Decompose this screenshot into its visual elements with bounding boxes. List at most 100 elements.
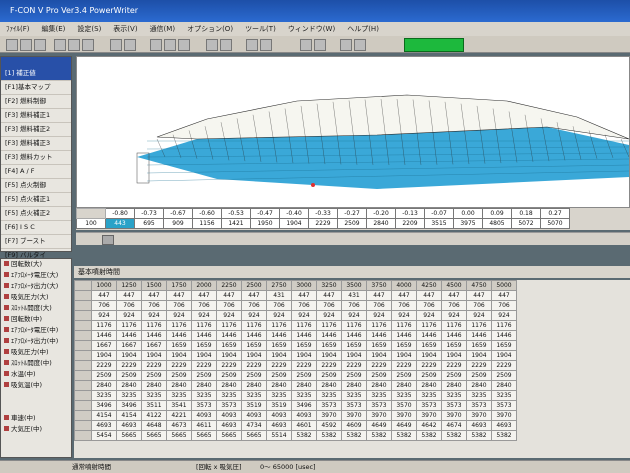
map-cell[interactable]: 706 bbox=[416, 300, 442, 311]
map-cell[interactable]: 2229 bbox=[91, 360, 117, 371]
map-cell[interactable]: 4609 bbox=[341, 420, 367, 431]
map-cell[interactable]: 924 bbox=[141, 310, 167, 321]
menu-file[interactable]: ﾌｧｲﾙ(F) bbox=[0, 22, 36, 36]
map-cell[interactable]: 1659 bbox=[341, 340, 367, 351]
map-cell[interactable]: 3970 bbox=[491, 410, 517, 421]
map-cell[interactable]: 1904 bbox=[391, 350, 417, 361]
monitor-item[interactable]: 吸気圧力(大) bbox=[1, 292, 71, 303]
map-cell[interactable]: 1659 bbox=[191, 340, 217, 351]
save-icon[interactable] bbox=[34, 39, 46, 51]
map-cell[interactable]: 1659 bbox=[316, 340, 342, 351]
value-cell[interactable]: 2509 bbox=[337, 218, 367, 229]
settings-icon[interactable] bbox=[246, 39, 258, 51]
map-cell[interactable]: 4601 bbox=[291, 420, 317, 431]
map-cell[interactable]: 1659 bbox=[466, 340, 492, 351]
map-cell[interactable]: 1176 bbox=[366, 320, 392, 331]
monitor-item[interactable]: ｴｱﾌﾛﾒｰﾀ出力(中) bbox=[1, 336, 71, 347]
map-cell[interactable]: 5665 bbox=[241, 430, 267, 441]
map-cell[interactable]: 2840 bbox=[491, 380, 517, 391]
map-cell[interactable]: 2509 bbox=[491, 370, 517, 381]
map-cell[interactable]: 1446 bbox=[141, 330, 167, 341]
value-cell[interactable]: 3975 bbox=[453, 218, 483, 229]
map-cell[interactable]: 5382 bbox=[466, 430, 492, 441]
map-cell[interactable]: 3235 bbox=[466, 390, 492, 401]
map-cell[interactable]: 1446 bbox=[366, 330, 392, 341]
map-cell[interactable]: 1446 bbox=[91, 330, 117, 341]
map-cell[interactable]: 2509 bbox=[266, 370, 292, 381]
paste-icon[interactable] bbox=[82, 39, 94, 51]
value-cell[interactable]: 1904 bbox=[279, 218, 309, 229]
map-cell[interactable]: 5665 bbox=[191, 430, 217, 441]
map-cell[interactable]: 3573 bbox=[491, 400, 517, 411]
map-cell[interactable]: 1446 bbox=[466, 330, 492, 341]
write-icon[interactable] bbox=[124, 39, 136, 51]
map-cell[interactable]: 1446 bbox=[341, 330, 367, 341]
map-cell[interactable]: 4648 bbox=[141, 420, 167, 431]
monitor-item[interactable]: 水温(中) bbox=[1, 369, 71, 380]
map-cell[interactable]: 4693 bbox=[266, 420, 292, 431]
map-cell[interactable]: 1176 bbox=[116, 320, 142, 331]
minus-icon[interactable] bbox=[220, 39, 232, 51]
map-cell[interactable]: 2509 bbox=[316, 370, 342, 381]
map-cell[interactable]: 924 bbox=[466, 310, 492, 321]
map-cell[interactable]: 924 bbox=[441, 310, 467, 321]
map-cell[interactable]: 1659 bbox=[491, 340, 517, 351]
map-cell[interactable]: 1904 bbox=[491, 350, 517, 361]
map-cell[interactable]: 5382 bbox=[291, 430, 317, 441]
map-cell[interactable]: 3235 bbox=[416, 390, 442, 401]
monitor-item[interactable] bbox=[1, 402, 71, 413]
map-cell[interactable]: 2509 bbox=[241, 370, 267, 381]
map-cell[interactable]: 4649 bbox=[366, 420, 392, 431]
map-cell[interactable]: 706 bbox=[241, 300, 267, 311]
map-cell[interactable]: 3235 bbox=[141, 390, 167, 401]
map-cell[interactable]: 447 bbox=[191, 290, 217, 301]
log-icon[interactable] bbox=[340, 39, 352, 51]
monitor-item[interactable]: 大気圧(中) bbox=[1, 424, 71, 435]
mode-button[interactable] bbox=[404, 38, 464, 52]
menu-tools[interactable]: ツール(T) bbox=[239, 22, 282, 36]
map-cell[interactable]: 5514 bbox=[266, 430, 292, 441]
map-cell[interactable]: 706 bbox=[441, 300, 467, 311]
map-cell[interactable]: 3970 bbox=[366, 410, 392, 421]
map-cell[interactable]: 1659 bbox=[166, 340, 192, 351]
offline-icon[interactable] bbox=[314, 39, 326, 51]
map-cell[interactable]: 1446 bbox=[116, 330, 142, 341]
map-menu-item[interactable]: [F2] 燃料制御 bbox=[1, 95, 71, 109]
map-cell[interactable]: 1446 bbox=[416, 330, 442, 341]
map-cell[interactable]: 1659 bbox=[216, 340, 242, 351]
cut-icon[interactable] bbox=[54, 39, 66, 51]
map-cell[interactable]: 4093 bbox=[291, 410, 317, 421]
map-cell[interactable]: 447 bbox=[441, 290, 467, 301]
map-cell[interactable]: 924 bbox=[491, 310, 517, 321]
map-cell[interactable]: 1904 bbox=[191, 350, 217, 361]
map-cell[interactable]: 2509 bbox=[466, 370, 492, 381]
map-cell[interactable]: 447 bbox=[291, 290, 317, 301]
monitor-item[interactable]: ｽﾛｯﾄﾙ開度(中) bbox=[1, 358, 71, 369]
value-cell[interactable]: 2229 bbox=[308, 218, 338, 229]
map-cell[interactable]: 447 bbox=[141, 290, 167, 301]
map-cell[interactable]: 5665 bbox=[216, 430, 242, 441]
menu-options[interactable]: オプション(O) bbox=[181, 22, 239, 36]
map-cell[interactable]: 2840 bbox=[266, 380, 292, 391]
map-cell[interactable]: 447 bbox=[116, 290, 142, 301]
map-cell[interactable]: 3541 bbox=[166, 400, 192, 411]
map-cell[interactable]: 3235 bbox=[241, 390, 267, 401]
map-cell[interactable]: 5382 bbox=[316, 430, 342, 441]
map-menu-item[interactable]: [F7] ブースト bbox=[1, 235, 71, 249]
graph-icon[interactable] bbox=[164, 39, 176, 51]
map-cell[interactable]: 4693 bbox=[491, 420, 517, 431]
map-cell[interactable]: 2509 bbox=[191, 370, 217, 381]
map-cell[interactable]: 4649 bbox=[391, 420, 417, 431]
monitor-item[interactable]: 回転数(中) bbox=[1, 314, 71, 325]
menu-window[interactable]: ウィンドウ(W) bbox=[282, 22, 341, 36]
map-cell[interactable]: 5382 bbox=[366, 430, 392, 441]
map-cell[interactable]: 2840 bbox=[441, 380, 467, 391]
map-cell[interactable]: 5382 bbox=[391, 430, 417, 441]
map-cell[interactable]: 706 bbox=[116, 300, 142, 311]
map-cell[interactable]: 1904 bbox=[141, 350, 167, 361]
map-cell[interactable]: 447 bbox=[466, 290, 492, 301]
map-cell[interactable]: 1446 bbox=[241, 330, 267, 341]
map-cell[interactable]: 431 bbox=[341, 290, 367, 301]
map-cell[interactable]: 706 bbox=[316, 300, 342, 311]
map-menu-item[interactable]: [F3] 燃料補正1 bbox=[1, 109, 71, 123]
